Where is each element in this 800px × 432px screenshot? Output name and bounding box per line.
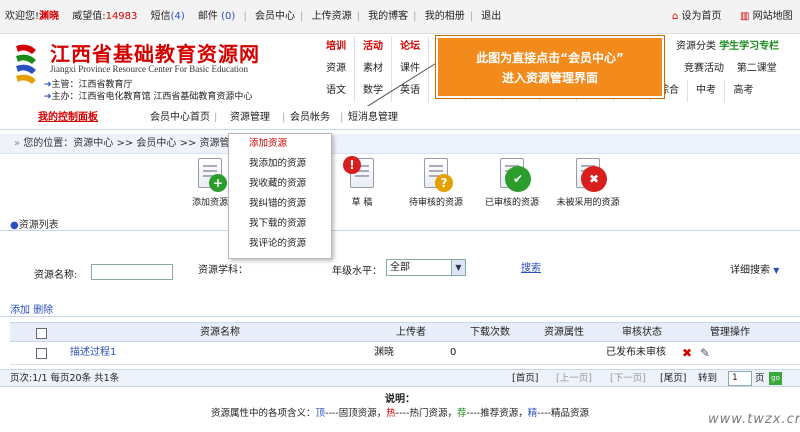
edit-icon[interactable]: ✎: [700, 343, 710, 363]
nav-resource-category[interactable]: 资源分类 学生学习专栏: [676, 36, 779, 58]
last-page-button[interactable]: [尾页]: [660, 370, 686, 388]
add-button[interactable]: 添加: [10, 305, 30, 316]
nav-subject[interactable]: 中考: [688, 80, 725, 102]
arrow-icon: ➔: [44, 92, 52, 102]
pending-tool[interactable]: ? 待审核的资源: [396, 158, 476, 208]
page-unit-label: 页: [755, 373, 765, 384]
logout-link[interactable]: 退出: [476, 0, 506, 34]
prev-page-button[interactable]: [上一页]: [556, 370, 592, 388]
draft-tool[interactable]: ! 草 稿: [322, 156, 402, 208]
subject-label: 资源学科：: [198, 265, 248, 276]
col-attribute: 资源属性: [544, 327, 584, 338]
welcome-text: 欢迎您!渊晓: [5, 11, 60, 22]
col-status: 审核状态: [622, 327, 662, 338]
nav-training[interactable]: 培训: [318, 36, 355, 58]
nav-subject[interactable]: 高考: [725, 80, 762, 102]
annotation-callout: 此图为直接点击“会员中心” 进入资源管理界面: [436, 36, 664, 98]
draft-icon: !: [343, 156, 377, 192]
nav-forum[interactable]: 论坛: [392, 36, 429, 58]
col-actions: 管理操作: [710, 327, 750, 338]
watermark: www.twzx.cn: [708, 412, 800, 427]
name-label: 资源名称:: [34, 270, 78, 281]
delete-icon[interactable]: ✖: [682, 343, 692, 363]
rejected-icon: ✖: [573, 158, 607, 192]
menu-my-corrections[interactable]: 我纠错的资源: [229, 194, 331, 214]
member-center-link[interactable]: 会员中心: [250, 0, 300, 34]
pending-icon: ?: [421, 158, 453, 192]
resource-management-dropdown: 添加资源 我添加的资源 我收藏的资源 我纠错的资源 我下载的资源 我评论的资源: [228, 133, 332, 259]
page-number-input[interactable]: 1: [728, 371, 752, 386]
annotation-line-2: 进入资源管理界面: [501, 71, 598, 85]
username[interactable]: 渊晓: [39, 11, 59, 22]
resource-list-label: ●资源列表: [10, 220, 59, 231]
goto-label: 转到: [698, 373, 718, 384]
level-select[interactable]: 全部 ▼: [386, 259, 466, 276]
breadcrumb: » 您的位置：资源中心 >> 会员中心 >> 资源管: [0, 134, 800, 154]
menu-my-favorites[interactable]: 我收藏的资源: [229, 174, 331, 194]
rejected-tool[interactable]: ✖ 未被采用的资源: [548, 158, 628, 208]
page-info: 页次:1/1 每页20条 共1条: [10, 373, 120, 384]
menu-my-downloads[interactable]: 我下载的资源: [229, 214, 331, 234]
set-home-link[interactable]: ⌂ 设为首页: [672, 0, 722, 34]
delete-button[interactable]: 删除: [33, 305, 53, 316]
table-header: 资源名称 上传者 下载次数 资源属性 审核状态 管理操作: [10, 322, 800, 342]
upload-link[interactable]: 上传资源: [307, 0, 357, 34]
uploader-cell: 渊晓: [374, 347, 394, 358]
mail-link[interactable]: 邮件 (0): [193, 0, 240, 34]
points-info: 威望值:14983: [72, 11, 138, 22]
name-input[interactable]: [91, 264, 173, 280]
approved-tool[interactable]: ✔ 已审核的资源: [472, 158, 552, 208]
go-button[interactable]: go: [769, 372, 782, 385]
sitemap-icon: ▥: [740, 11, 750, 22]
breadcrumb-icon: »: [14, 138, 21, 149]
level-label: 年级水平：: [332, 266, 382, 277]
site-title: 江西省基础教育资源网: [50, 42, 260, 66]
resource-name-link[interactable]: 描述过程1: [70, 343, 116, 363]
table-row: 描述过程1 渊晓 0 已发布未审核 ✖ ✎: [10, 343, 800, 365]
note-text: 资源属性中的各项含义：顶----固顶资源，热----热门资源，荐----推荐资源…: [211, 408, 589, 419]
control-panel-bar: 我的控制面板 会员中心首页 | 资源管理 | 会员帐务 | 短消息管理: [0, 106, 800, 130]
add-resource-icon: +: [195, 158, 227, 192]
note-title: 说明：: [385, 394, 415, 405]
next-page-button[interactable]: [下一页]: [610, 370, 646, 388]
advanced-search-link[interactable]: 详细搜索 ▼: [730, 261, 779, 276]
divider: [0, 316, 800, 317]
tab-member-home[interactable]: 会员中心首页: [150, 106, 210, 130]
nav-row-1: 培训 活动 论坛: [318, 36, 429, 58]
album-link[interactable]: 我的相册: [420, 0, 470, 34]
divider: [0, 230, 800, 231]
chevron-down-icon: ▼: [451, 260, 465, 275]
tab-sms-management[interactable]: 短消息管理: [348, 106, 398, 130]
select-all-checkbox[interactable]: [36, 328, 47, 339]
top-bar: 欢迎您!渊晓 威望值:14983 短信(4) 邮件 (0) | 会员中心 | 上传…: [0, 0, 800, 34]
home-icon: ⌂: [672, 11, 679, 22]
my-control-panel[interactable]: 我的控制面板: [38, 106, 98, 130]
sitemap-link[interactable]: ▥ 网站地图: [740, 0, 793, 34]
row-checkbox[interactable]: [36, 348, 47, 359]
logo-icon: [16, 44, 36, 84]
approved-icon: ✔: [497, 158, 531, 192]
nav-activity[interactable]: 活动: [355, 36, 392, 58]
first-page-button[interactable]: [首页]: [512, 370, 538, 388]
pagination: 页次:1/1 每页20条 共1条 [首页] [上一页] [下一页] [尾页] 转…: [0, 369, 800, 387]
blog-link[interactable]: 我的博客: [363, 0, 413, 34]
menu-my-added[interactable]: 我添加的资源: [229, 154, 331, 174]
menu-my-comments[interactable]: 我评论的资源: [229, 234, 331, 254]
sponsor-line-2: ➔主办：江西省电化教育馆 江西省基础教育资源中心: [44, 92, 253, 102]
site-english-title: Jiangxi Province Resource Center For Bas…: [50, 64, 248, 74]
nav-contest[interactable]: 竞赛活动 第二课堂: [684, 58, 777, 80]
annotation-line-1: 此图为直接点击“会员中心”: [476, 51, 624, 65]
col-name: 资源名称: [200, 327, 240, 338]
menu-add-resource[interactable]: 添加资源: [229, 134, 331, 154]
tab-resource-management[interactable]: 资源管理: [230, 106, 270, 130]
status-cell: 已发布未审核: [606, 347, 666, 358]
col-uploader: 上传者: [396, 327, 426, 338]
col-downloads: 下载次数: [470, 327, 510, 338]
search-button[interactable]: 搜索: [521, 259, 541, 274]
tab-member-account[interactable]: 会员帐务: [290, 106, 330, 130]
list-actions: 添加 删除: [10, 301, 53, 316]
sms-link[interactable]: 短信(4): [146, 0, 190, 34]
downloads-cell: 0: [450, 347, 457, 358]
chevron-down-icon: ▼: [773, 266, 780, 275]
